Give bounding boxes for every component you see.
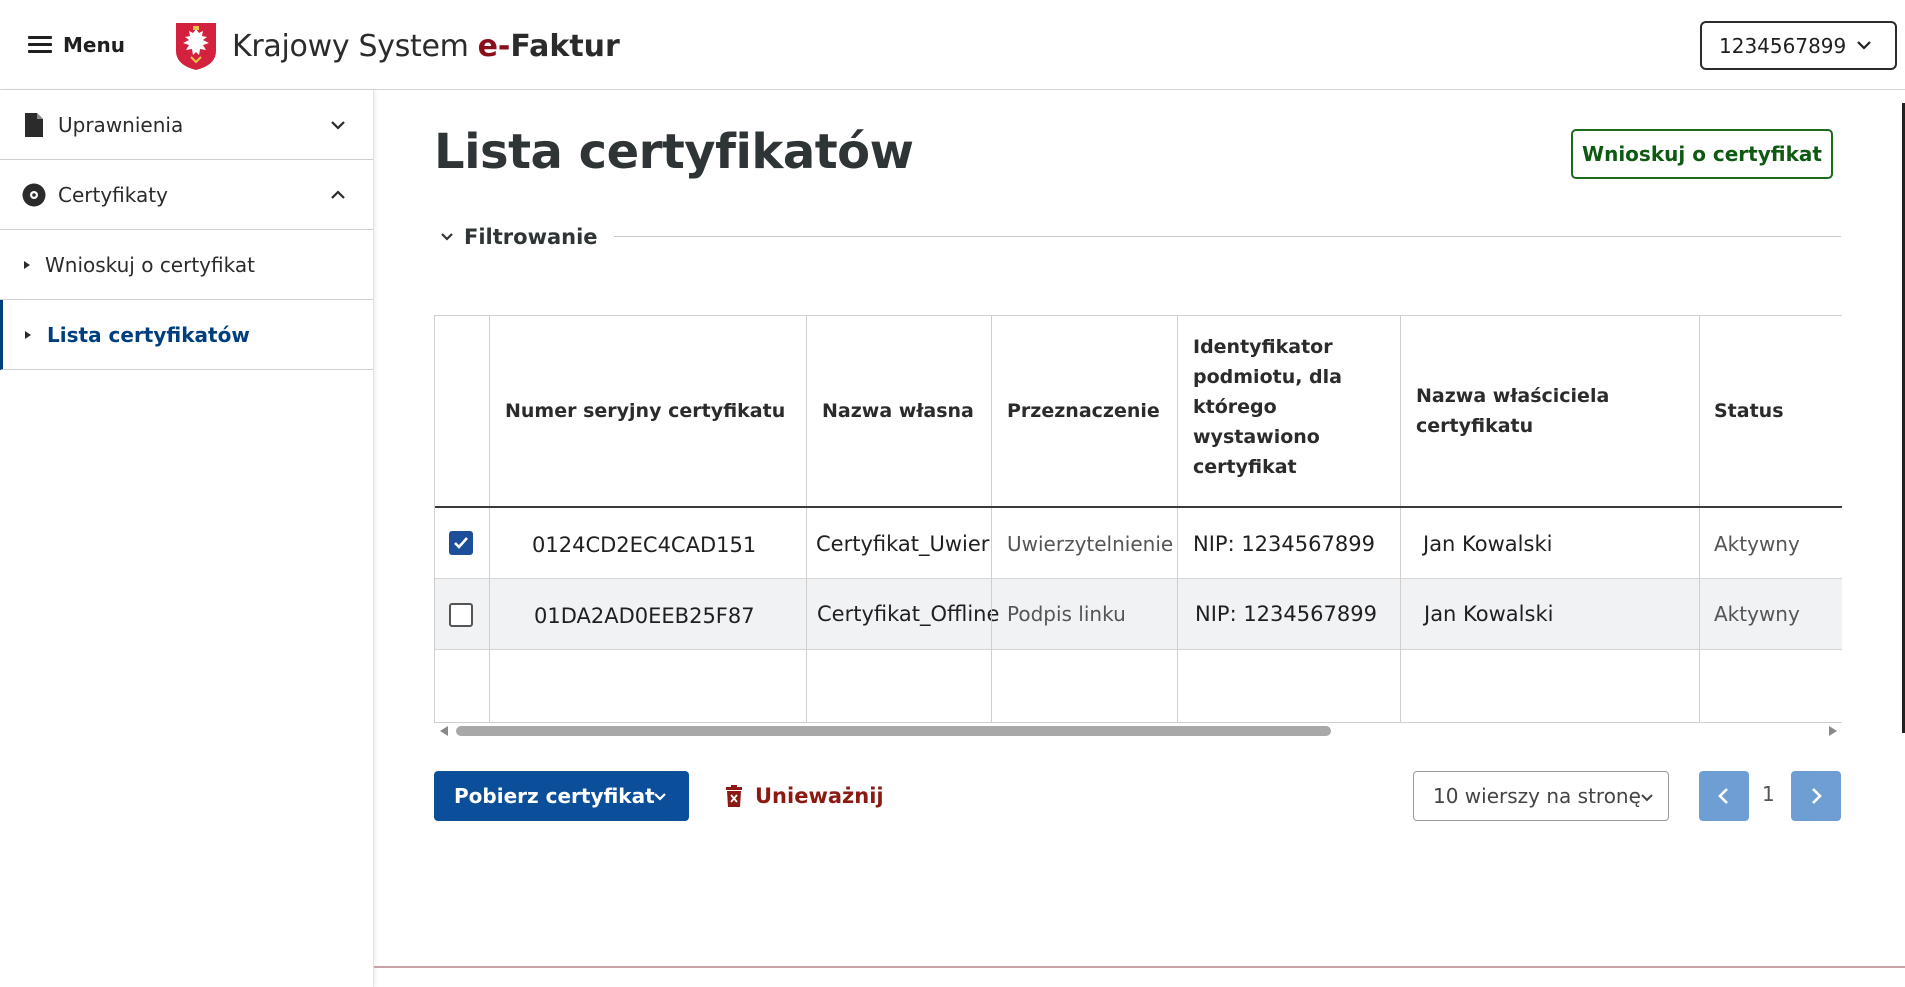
table-row[interactable]: 01DA2AD0EEB25F87 Certyfikat_Offline Podp… [435, 579, 1842, 650]
brand-title-part2: e- [477, 28, 511, 64]
cell-name: Certyfikat_Uwier [816, 532, 990, 556]
column-header-status[interactable]: Status [1714, 396, 1784, 426]
menu-label: Menu [63, 33, 125, 57]
revoke-label: Unieważnij [755, 784, 884, 808]
current-page-number: 1 [1762, 782, 1775, 806]
cell-subject: NIP: 1234567899 [1195, 602, 1377, 626]
menu-button[interactable]: Menu [28, 28, 125, 62]
brand-title-part3: Faktur [510, 28, 620, 64]
scroll-right-icon[interactable] [1829, 726, 1837, 736]
polish-eagle-emblem-icon [176, 23, 216, 70]
download-certificate-label: Pobierz certyfikat [454, 784, 655, 808]
brand-title-part1: Krajowy System [232, 28, 469, 64]
column-divider [1400, 316, 1401, 723]
hamburger-icon [28, 36, 52, 54]
request-certificate-button[interactable]: Wnioskuj o certyfikat [1571, 129, 1833, 179]
column-divider [1177, 316, 1178, 723]
cell-owner: Jan Kowalski [1424, 602, 1554, 626]
revoke-button[interactable]: Unieważnij [725, 781, 884, 811]
sidebar-item-wnioskuj[interactable]: Wnioskuj o certyfikat [0, 230, 373, 300]
header-line: Identyfikator [1193, 336, 1333, 358]
header-line: wystawiono [1193, 426, 1320, 448]
scrollbar-thumb[interactable] [456, 726, 1331, 736]
column-divider [806, 316, 807, 723]
column-divider [1699, 316, 1700, 723]
download-certificate-button[interactable]: Pobierz certyfikat [434, 771, 689, 821]
table-horizontal-scrollbar[interactable] [434, 722, 1841, 740]
cell-purpose: Podpis linku [1007, 602, 1126, 626]
next-page-button[interactable] [1791, 771, 1841, 821]
cell-status: Aktywny [1714, 602, 1800, 626]
document-icon [25, 113, 43, 137]
column-header-subject[interactable]: Identyfikator podmiotu, dla którego wyst… [1193, 332, 1342, 482]
bullet-triangle-icon [25, 331, 31, 339]
sidebar-item-label: Uprawnienia [58, 112, 184, 137]
page-title: Lista certyfikatów [434, 124, 914, 180]
filter-toggle[interactable]: Filtrowanie [440, 224, 598, 250]
chevron-down-icon [1641, 794, 1653, 802]
cell-serial: 01DA2AD0EEB25F87 [534, 604, 755, 628]
table-row[interactable]: 0124CD2EC4CAD151 Certyfikat_Uwier Uwierz… [435, 508, 1842, 579]
filter-divider [614, 236, 1841, 237]
trash-icon [726, 785, 742, 807]
header-line: certyfikat [1193, 456, 1297, 478]
header-separator [435, 506, 1842, 508]
chevron-down-icon [654, 793, 666, 801]
header-line: podmiotu, dla [1193, 366, 1342, 388]
sidebar-item-label: Lista certyfikatów [47, 322, 250, 347]
previous-page-button[interactable] [1699, 771, 1749, 821]
certificates-table: 0124CD2EC4CAD151 Certyfikat_Uwier Uwierz… [434, 315, 1842, 723]
cell-serial: 0124CD2EC4CAD151 [532, 533, 757, 557]
filter-label: Filtrowanie [464, 225, 598, 249]
nip-select-value: 1234567899 [1719, 33, 1847, 58]
header-line: którego [1193, 396, 1277, 418]
sidebar-nav: Uprawnienia Certyfikaty Wnioskuj o certy… [0, 90, 374, 987]
top-header: Menu Krajowy System e- Faktur 1234567899 [0, 0, 1905, 90]
sidebar-item-uprawnienia[interactable]: Uprawnienia [0, 90, 373, 160]
nip-context-select[interactable]: 1234567899 [1700, 21, 1897, 70]
column-header-serial[interactable]: Numer seryjny certyfikatu [505, 396, 785, 426]
chevron-right-icon [1812, 788, 1822, 804]
scroll-left-icon[interactable] [440, 726, 448, 736]
cell-name: Certyfikat_Offline [817, 602, 1000, 626]
bullet-triangle-icon [24, 261, 30, 269]
chevron-down-icon [441, 233, 453, 241]
column-header-owner[interactable]: Nazwa właściciela certyfikatu [1416, 381, 1609, 441]
sidebar-item-certyfikaty[interactable]: Certyfikaty [0, 160, 373, 230]
cell-status: Aktywny [1714, 532, 1800, 556]
certificate-icon [22, 183, 46, 207]
cell-subject: NIP: 1234567899 [1193, 532, 1375, 556]
rows-per-page-select[interactable]: 10 wierszy na stronę [1413, 771, 1669, 821]
chevron-up-icon [331, 190, 345, 199]
column-divider [489, 316, 490, 723]
sidebar-item-lista-certyfikatow[interactable]: Lista certyfikatów [0, 300, 373, 370]
column-header-name[interactable]: Nazwa własna [822, 396, 974, 426]
rows-per-page-value: 10 wierszy na stronę [1433, 784, 1641, 808]
header-line: Nazwa właściciela [1416, 385, 1610, 407]
sidebar-item-label: Wnioskuj o certyfikat [45, 252, 255, 277]
row-checkbox[interactable] [449, 531, 473, 555]
chevron-down-icon [1857, 41, 1871, 50]
cell-owner: Jan Kowalski [1423, 532, 1553, 556]
column-divider [991, 316, 992, 723]
brand-logo[interactable]: Krajowy System e- Faktur [174, 21, 620, 71]
cell-purpose: Uwierzytelnienie [1007, 532, 1174, 556]
row-checkbox[interactable] [449, 603, 473, 627]
header-line: certyfikatu [1416, 415, 1534, 437]
column-header-purpose[interactable]: Przeznaczenie [1007, 396, 1160, 426]
checkmark-icon [454, 537, 468, 549]
sidebar-item-label: Certyfikaty [58, 182, 168, 207]
chevron-left-icon [1718, 788, 1728, 804]
footer-divider [374, 966, 1905, 968]
chevron-down-icon [331, 121, 345, 130]
